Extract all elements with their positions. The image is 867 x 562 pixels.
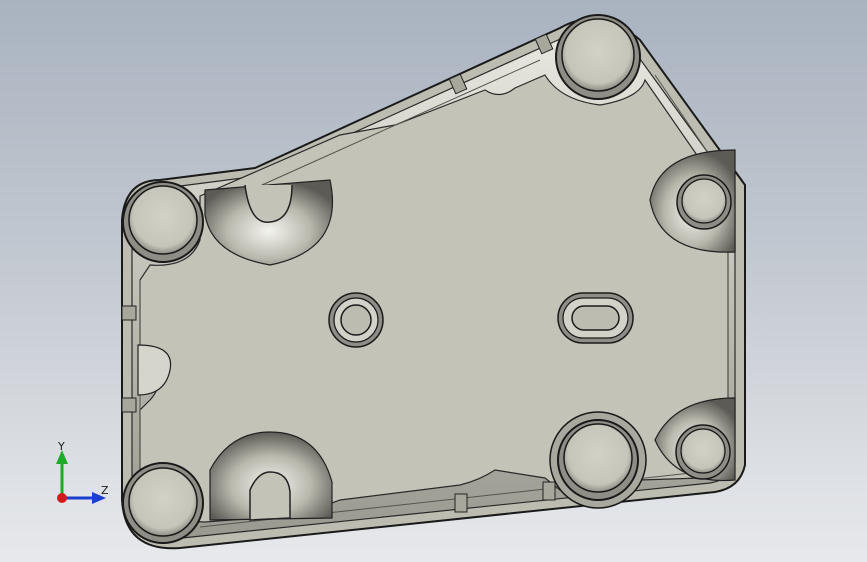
coordinate-triad: Y Z: [48, 440, 118, 510]
x-axis-point: [57, 493, 67, 503]
corner-boss-top-left[interactable]: [122, 181, 204, 263]
edge-notch: [121, 397, 137, 413]
corner-boss-bottom-center[interactable]: [549, 411, 647, 509]
edge-notch: [454, 493, 468, 513]
corner-boss-top-right[interactable]: [555, 14, 641, 100]
y-axis-label: Y: [58, 440, 65, 453]
z-axis-label: Z: [101, 484, 109, 497]
obround-slot-boss[interactable]: [557, 292, 634, 344]
edge-notch: [121, 305, 137, 321]
edge-notch: [542, 481, 556, 501]
center-round-boss[interactable]: [328, 292, 384, 348]
corner-boss-bottom-left[interactable]: [122, 462, 204, 544]
oil-filter-cover-part-model[interactable]: [0, 0, 867, 562]
cad-graphics-viewport[interactable]: Y Z: [0, 0, 867, 562]
